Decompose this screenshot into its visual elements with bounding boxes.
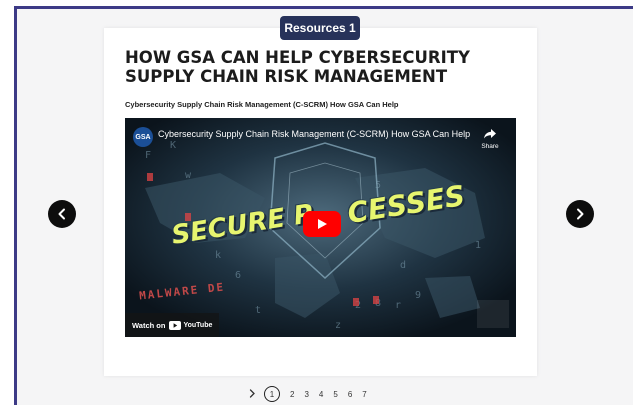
page-5[interactable]: 5 [333, 390, 337, 399]
card-subtitle: Cybersecurity Supply Chain Risk Manageme… [125, 100, 399, 109]
svg-text:F: F [145, 150, 151, 161]
share-button[interactable]: Share [478, 126, 502, 150]
page-2[interactable]: 2 [290, 390, 294, 399]
chevron-left-icon [58, 208, 65, 220]
svg-text:z: z [335, 320, 341, 331]
page-4[interactable]: 4 [319, 390, 323, 399]
play-icon [318, 219, 327, 229]
svg-text:d: d [400, 260, 406, 271]
youtube-logo: YouTube [169, 320, 213, 330]
share-label: Share [481, 143, 499, 150]
watch-on-label: Watch on [132, 320, 166, 330]
svg-text:k: k [215, 250, 221, 261]
video-title[interactable]: Cybersecurity Supply Chain Risk Manageme… [158, 129, 470, 139]
card-title: HOW GSA CAN HELP CYBERSECURITY SUPPLY CH… [125, 48, 470, 86]
svg-text:9: 9 [415, 290, 421, 301]
watch-on-youtube-link[interactable]: Watch on YouTube [125, 313, 220, 337]
video-embed[interactable]: FKw 5d9 28r t6G kz1 GSA Cybersecurity Su… [125, 118, 516, 337]
share-icon [484, 129, 496, 139]
svg-text:K: K [170, 140, 176, 151]
page-3[interactable]: 3 [304, 390, 308, 399]
page-7[interactable]: 7 [362, 390, 366, 399]
svg-text:r: r [395, 300, 401, 311]
pager-next-arrow[interactable] [249, 388, 256, 400]
svg-text:t: t [255, 305, 261, 316]
svg-text:5: 5 [375, 180, 381, 191]
chevron-right-icon [577, 208, 584, 220]
chevron-right-icon [249, 388, 255, 398]
youtube-icon [169, 320, 182, 330]
svg-text:w: w [185, 170, 192, 181]
page-1[interactable]: 1 [264, 386, 280, 402]
previous-slide-button[interactable] [48, 200, 76, 228]
next-slide-button[interactable] [566, 200, 594, 228]
resources-badge: Resources 1 [280, 16, 360, 40]
svg-text:6: 6 [235, 270, 241, 281]
carousel-pagination: 1 2 3 4 5 6 7 [249, 385, 367, 403]
gsa-channel-logo[interactable]: GSA [133, 127, 153, 147]
youtube-label: YouTube [183, 321, 213, 329]
page-6[interactable]: 6 [348, 390, 352, 399]
svg-text:1: 1 [475, 240, 481, 251]
play-button[interactable] [303, 211, 341, 237]
